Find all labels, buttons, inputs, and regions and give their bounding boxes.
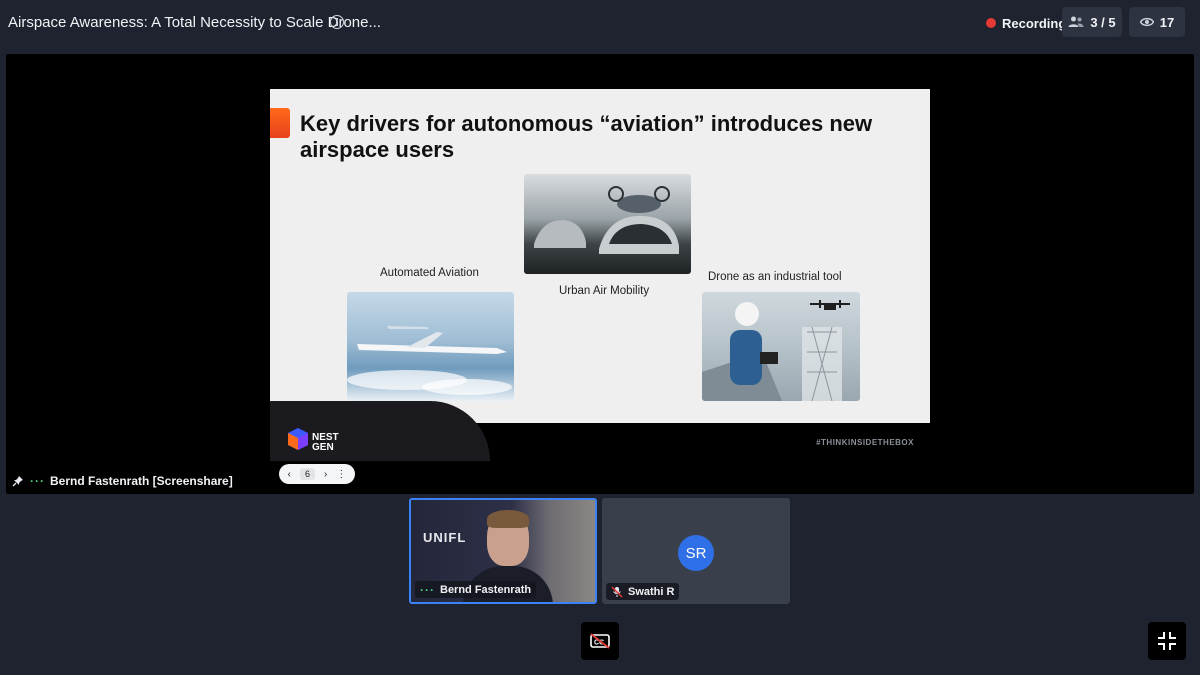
top-bar: Airspace Awareness: A Total Necessity to…: [0, 0, 1200, 46]
screenshare-stage: Key drivers for autonomous “aviation” in…: [6, 54, 1194, 494]
participant-tile-bernd[interactable]: UNIFL ··· Bernd Fastenrath: [409, 498, 597, 604]
recording-label: Recording: [1002, 15, 1067, 31]
pin-icon[interactable]: [12, 475, 24, 487]
avatar: SR: [678, 535, 714, 571]
participant-video-hair: [487, 510, 529, 528]
participant-name-tag: ··· Bernd Fastenrath: [415, 581, 537, 598]
prev-page-button[interactable]: ‹: [288, 469, 291, 480]
caption-automated-aviation: Automated Aviation: [380, 267, 479, 279]
exit-fullscreen-icon: [1158, 632, 1176, 650]
caption-industrial-drone: Drone as an industrial tool: [708, 271, 842, 283]
captions-off-icon: CC: [590, 633, 610, 649]
pager-more-button[interactable]: ⋮: [336, 469, 346, 480]
viewers-count: 17: [1159, 14, 1175, 30]
exit-fullscreen-button[interactable]: [1148, 622, 1186, 660]
nestgen-logo: NEST GEN: [282, 423, 352, 457]
slide-pager: ‹ 6 › ⋮: [279, 464, 355, 484]
page-number: 6: [299, 468, 315, 480]
slide-hashtag: #THINKINSIDETHEBOX: [816, 438, 914, 447]
presenter-label: ··· Bernd Fastenrath [Screenshare]: [12, 474, 233, 488]
urban-air-mobility-image: [524, 174, 691, 274]
mic-muted-icon: [611, 585, 623, 598]
eye-icon: [1139, 17, 1154, 27]
people-icon: [1068, 16, 1084, 27]
participant-name: Bernd Fastenrath: [440, 583, 532, 596]
participant-name-tag: Swathi R: [606, 583, 680, 600]
participants-count: 3 / 5: [1090, 14, 1116, 30]
recording-indicator: Recording: [986, 15, 1066, 31]
next-page-button[interactable]: ›: [324, 469, 327, 480]
slide-footer: NEST GEN #THINKINSIDETHEBOX: [270, 401, 930, 461]
presenter-name: Bernd Fastenrath [Screenshare]: [50, 474, 233, 488]
participants-button[interactable]: 3 / 5: [1062, 7, 1122, 37]
camera-background-text: UNIFL: [423, 530, 467, 545]
viewers-button[interactable]: 17: [1129, 7, 1185, 37]
slide-title: Key drivers for autonomous “aviation” in…: [300, 111, 873, 162]
svg-text:GEN: GEN: [312, 442, 334, 453]
captions-toggle-button[interactable]: CC: [581, 622, 619, 660]
participant-tile-swathi[interactable]: SR Swathi R: [602, 498, 790, 604]
speaking-indicator-icon: ···: [420, 582, 435, 597]
automated-aviation-image: [347, 292, 514, 401]
industrial-drone-image: [702, 292, 860, 401]
recording-dot-icon: [986, 18, 996, 28]
info-icon[interactable]: [330, 15, 344, 29]
meeting-title: Airspace Awareness: A Total Necessity to…: [8, 14, 381, 31]
slide-accent-bar: [270, 108, 290, 138]
participant-name: Swathi R: [628, 585, 675, 598]
speaking-indicator-icon: ···: [30, 474, 45, 488]
presentation-slide: Key drivers for autonomous “aviation” in…: [270, 89, 930, 423]
caption-urban-air-mobility: Urban Air Mobility: [559, 285, 650, 297]
